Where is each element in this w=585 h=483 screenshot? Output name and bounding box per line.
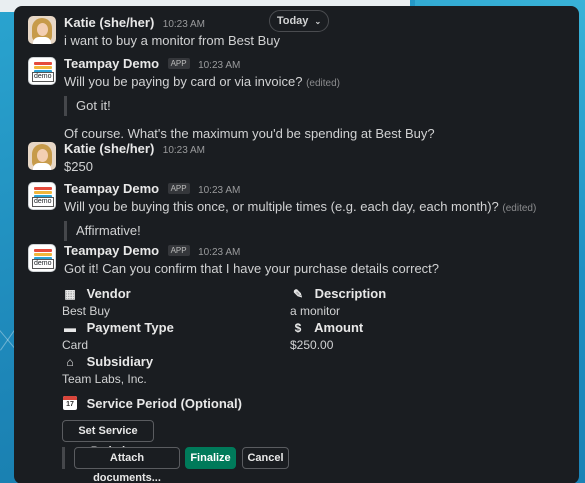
set-service-period-button[interactable]: Set Service Period (62, 420, 154, 457)
attach-documents-button[interactable]: Attach documents... (74, 447, 180, 483)
message-panel: Katie (she/her) 10:23 AM i want to buy a… (14, 6, 579, 483)
chevron-down-icon: ⌄ (314, 17, 322, 26)
katie-avatar[interactable] (28, 16, 56, 44)
service-period-field: 17 Service Period (Optional) (62, 395, 242, 413)
sender-name[interactable]: Katie (she/her) (64, 15, 154, 30)
app-badge: APP (167, 58, 190, 69)
vendor-value: Best Buy (62, 304, 111, 318)
amount-field: $ Amount $250.00 (290, 319, 363, 353)
payment-type-value: Card (62, 338, 89, 352)
message-teampay-3: demo Teampay Demo APP 10:23 AM Got it! C… (28, 242, 569, 278)
timestamp[interactable]: 10:23 AM (198, 247, 240, 258)
teampay-avatar[interactable]: demo (28, 182, 56, 210)
edited-label: (edited) (502, 203, 537, 214)
vendor-field: ▦ Vendor Best Buy (62, 285, 131, 319)
message-text: i want to buy a monitor from Best Buy (64, 33, 281, 48)
amount-value: $250.00 (290, 338, 334, 352)
credit-card-icon: ▬ (64, 321, 76, 335)
sender-name[interactable]: Katie (she/her) (64, 141, 154, 156)
quote-text: Got it! (64, 96, 569, 116)
message-text: $250 (64, 159, 93, 174)
office-building-icon: ▦ (64, 287, 76, 301)
edited-label: (edited) (306, 78, 340, 89)
service-period-label: Service Period (Optional) (86, 396, 242, 411)
sender-name[interactable]: Teampay Demo (64, 181, 159, 196)
sender-name[interactable]: Teampay Demo (64, 56, 159, 71)
amount-label: Amount (314, 320, 364, 335)
message-text: Will you be buying this once, or multipl… (64, 199, 499, 214)
avatar-tag: demo (32, 197, 54, 207)
subsidiary-field: ⌂ Subsidiary Team Labs, Inc. (62, 353, 153, 387)
today-divider-button[interactable]: Today ⌄ (269, 10, 329, 32)
today-label: Today (276, 15, 309, 27)
message-katie-2: Katie (she/her) 10:23 AM $250 (28, 140, 569, 176)
calendar-icon: 17 (62, 395, 78, 413)
teampay-avatar[interactable]: demo (28, 244, 56, 272)
money-bag-icon: $ (294, 321, 302, 335)
timestamp[interactable]: 10:23 AM (198, 60, 240, 71)
classical-building-icon: ⌂ (66, 355, 74, 369)
avatar-tag: demo (32, 259, 54, 269)
finalize-button[interactable]: Finalize (185, 447, 236, 469)
message-teampay-2: demo Teampay Demo APP 10:23 AM Will you … (28, 180, 569, 241)
app-badge: APP (167, 183, 190, 194)
calendar-day: 17 (66, 401, 74, 408)
app-badge: APP (167, 245, 190, 256)
memo-icon: ✎ (292, 287, 304, 301)
message-teampay-1: demo Teampay Demo APP 10:23 AM Will you … (28, 55, 569, 143)
payment-type-field: ▬ Payment Type Card (62, 319, 174, 353)
description-label: Description (314, 286, 387, 301)
timestamp[interactable]: 10:23 AM (163, 19, 205, 30)
subsidiary-label: Subsidiary (86, 354, 154, 369)
vendor-label: Vendor (86, 286, 131, 301)
timestamp[interactable]: 10:23 AM (163, 145, 205, 156)
actions-divider (62, 447, 65, 469)
sender-name[interactable]: Teampay Demo (64, 243, 159, 258)
avatar-tag: demo (32, 72, 54, 82)
quote-text: Affirmative! (64, 221, 569, 241)
description-value: a monitor (290, 304, 341, 318)
katie-avatar[interactable] (28, 142, 56, 170)
timestamp[interactable]: 10:23 AM (198, 185, 240, 196)
teampay-avatar[interactable]: demo (28, 57, 56, 85)
message-text: Got it! Can you confirm that I have your… (64, 261, 440, 276)
cancel-button[interactable]: Cancel (242, 447, 289, 469)
subsidiary-value: Team Labs, Inc. (62, 372, 147, 386)
payment-type-label: Payment Type (86, 320, 174, 335)
description-field: ✎ Description a monitor (290, 285, 386, 319)
message-text: Will you be paying by card or via invoic… (64, 74, 303, 89)
